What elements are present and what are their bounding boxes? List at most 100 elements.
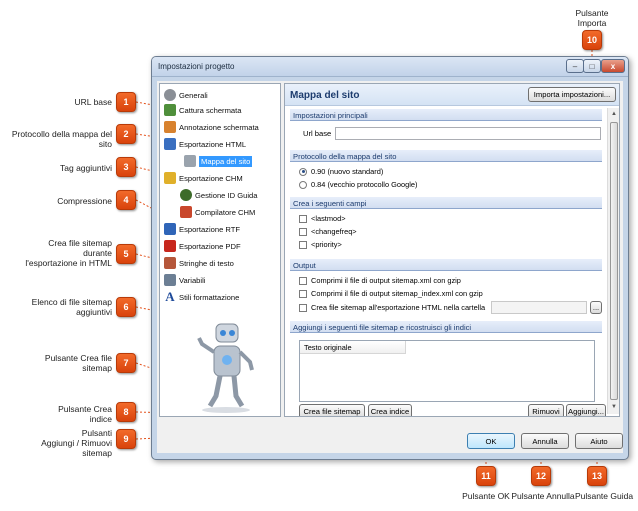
- gear-icon: [164, 89, 176, 101]
- tree-item-gestione-id[interactable]: Gestione ID Guida: [180, 188, 257, 202]
- callout-badge-13: 13: [587, 466, 607, 486]
- tree-item-variabili[interactable]: Variabili: [164, 273, 205, 287]
- import-settings-button[interactable]: Importa impostazioni...: [528, 87, 616, 102]
- scroll-up-icon[interactable]: ▲: [609, 109, 619, 119]
- callout-list-line2: aggiuntivi: [76, 307, 112, 317]
- checkbox-icon: [299, 240, 307, 249]
- checkbox-icon: [299, 303, 307, 312]
- title-bar[interactable]: Impostazioni progetto – □ x: [152, 57, 628, 77]
- field-option-priority[interactable]: <priority>: [299, 240, 342, 249]
- sitemap-files-grid[interactable]: Testo originale: [299, 340, 595, 402]
- tree-item-stili[interactable]: A Stili formattazione: [164, 290, 239, 304]
- callout-help-label: Pulsante Guida: [574, 491, 634, 501]
- callout-list-line1: Elenco di file sitemap: [31, 297, 112, 307]
- tree-item-chm[interactable]: Esportazione CHM: [164, 171, 243, 185]
- checkbox-icon: [299, 276, 307, 285]
- callout-add-remove-line2: Aggiungi / Rimuovi: [41, 438, 112, 448]
- callout-badge-11: 11: [476, 466, 496, 486]
- browse-button[interactable]: ...: [590, 301, 602, 314]
- section-fields-label: Crea i seguenti campi: [293, 199, 367, 208]
- output-folder-input[interactable]: [491, 301, 587, 314]
- callout-add-remove-line1: Pulsanti: [81, 428, 112, 438]
- output-option-gzip-sitemap[interactable]: Comprimi il file di output sitemap.xml c…: [299, 276, 461, 285]
- cancel-button[interactable]: Annulla: [521, 433, 569, 449]
- callout-url-base-label: URL base: [74, 97, 112, 107]
- tree-item-annotazione[interactable]: Annotazione schermata: [164, 120, 259, 134]
- dialog-client-area: Generali Cattura schermata Annotazione s…: [157, 81, 623, 453]
- field-option-label: <priority>: [311, 240, 342, 249]
- tree-item-generali[interactable]: Generali: [164, 88, 208, 102]
- scrollbar-thumb[interactable]: [610, 122, 618, 400]
- callout-create-index-line1: Pulsante Crea: [58, 404, 112, 414]
- html-export-icon: [164, 138, 176, 150]
- callout-protocol-label: Protocollo della mappa del sito: [11, 129, 112, 149]
- callout-badge-1: 1: [116, 92, 136, 112]
- minimize-button[interactable]: –: [566, 59, 584, 73]
- output-option-label: Comprimi il file di output sitemap_index…: [311, 289, 483, 298]
- callout-ok-label: Pulsante OK: [462, 491, 510, 501]
- callout-create-file-line3: l'esportazione in HTML: [25, 258, 112, 268]
- callout-import-line2: Importa: [577, 18, 607, 28]
- chm-export-icon: [164, 172, 176, 184]
- panel-scrollbar[interactable]: ▲ ▼: [607, 108, 619, 414]
- callout-badge-7: 7: [116, 353, 136, 373]
- tree-item-label: Esportazione PDF: [179, 241, 241, 251]
- callout-badge-4: 4: [116, 190, 136, 210]
- remove-sitemap-button[interactable]: Rimuovi: [528, 404, 564, 416]
- tree-item-label: Stringhe di testo: [179, 258, 234, 268]
- screen-capture-icon: [164, 104, 176, 116]
- callout-compression-label: Compressione: [57, 196, 112, 206]
- create-index-button[interactable]: Crea indice: [368, 404, 412, 416]
- tree-item-cattura[interactable]: Cattura schermata: [164, 103, 241, 117]
- tree-item-pdf[interactable]: Esportazione PDF: [164, 239, 241, 253]
- tree-item-label: Cattura schermata: [179, 105, 242, 115]
- radio-selected-icon: [299, 167, 307, 176]
- protocol-option-084[interactable]: 0.84 (vecchio protocollo Google): [299, 180, 417, 189]
- close-button[interactable]: x: [601, 59, 625, 73]
- tree-item-label: Variabili: [179, 275, 206, 285]
- field-option-lastmod[interactable]: <lastmod>: [299, 214, 346, 223]
- maximize-button[interactable]: □: [583, 59, 601, 73]
- callout-create-file-line2: durante: [83, 248, 112, 258]
- create-sitemap-button[interactable]: Crea file sitemap: [299, 404, 365, 416]
- tree-item-label: Annotazione schermata: [179, 122, 259, 132]
- checkbox-icon: [299, 227, 307, 236]
- rtf-export-icon: [164, 223, 176, 235]
- checkbox-icon: [299, 214, 307, 223]
- callout-badge-5: 5: [116, 244, 136, 264]
- url-base-label: Url base: [303, 129, 332, 138]
- add-sitemap-button[interactable]: Aggiungi...: [566, 404, 606, 416]
- callout-badge-6: 6: [116, 297, 136, 317]
- field-option-label: <lastmod>: [311, 214, 346, 223]
- callout-badge-9: 9: [116, 429, 136, 449]
- callout-badge-3: 3: [116, 157, 136, 177]
- compiler-icon: [180, 206, 192, 218]
- id-icon: [180, 189, 192, 201]
- callout-create-file-label: Crea file sitemap durante l'esportazione…: [10, 238, 112, 268]
- section-fields: Crea i seguenti campi: [290, 197, 602, 209]
- callout-create-index-label: Pulsante Crea indice: [10, 404, 112, 424]
- tree-item-sitemap[interactable]: Mappa del sito: [184, 154, 253, 168]
- section-additional-label: Aggiungi i seguenti file sitemap e ricos…: [293, 323, 472, 332]
- help-button[interactable]: Aiuto: [575, 433, 623, 449]
- section-additional: Aggiungi i seguenti file sitemap e ricos…: [290, 321, 602, 333]
- tree-item-rtf[interactable]: Esportazione RTF: [164, 222, 240, 236]
- grid-column-header[interactable]: Testo originale: [300, 341, 406, 354]
- callout-list-label: Elenco di file sitemap aggiuntivi: [10, 297, 112, 317]
- callout-create-file-line1: Crea file sitemap: [48, 238, 112, 248]
- tree-item-label: Generali: [179, 90, 208, 100]
- field-option-changefreq[interactable]: <changefreq>: [299, 227, 357, 236]
- tree-item-compilatore[interactable]: Compilatore CHM: [180, 205, 255, 219]
- protocol-option-090[interactable]: 0.90 (nuovo standard): [299, 167, 383, 176]
- callout-add-remove-line3: sitemap: [82, 448, 112, 458]
- url-base-input[interactable]: [335, 127, 601, 140]
- tree-item-html[interactable]: Esportazione HTML: [164, 137, 246, 151]
- callout-create-index-line2: indice: [89, 414, 112, 424]
- output-option-gzip-index[interactable]: Comprimi il file di output sitemap_index…: [299, 289, 483, 298]
- robot-mascot-image: [197, 323, 254, 413]
- output-option-html-export[interactable]: Crea file sitemap all'esportazione HTML …: [299, 303, 485, 312]
- scroll-down-icon[interactable]: ▼: [609, 402, 619, 412]
- tree-item-stringhe[interactable]: Stringhe di testo: [164, 256, 234, 270]
- panel-header: Mappa del sito Importa impostazioni...: [285, 84, 619, 106]
- ok-button[interactable]: OK: [467, 433, 515, 449]
